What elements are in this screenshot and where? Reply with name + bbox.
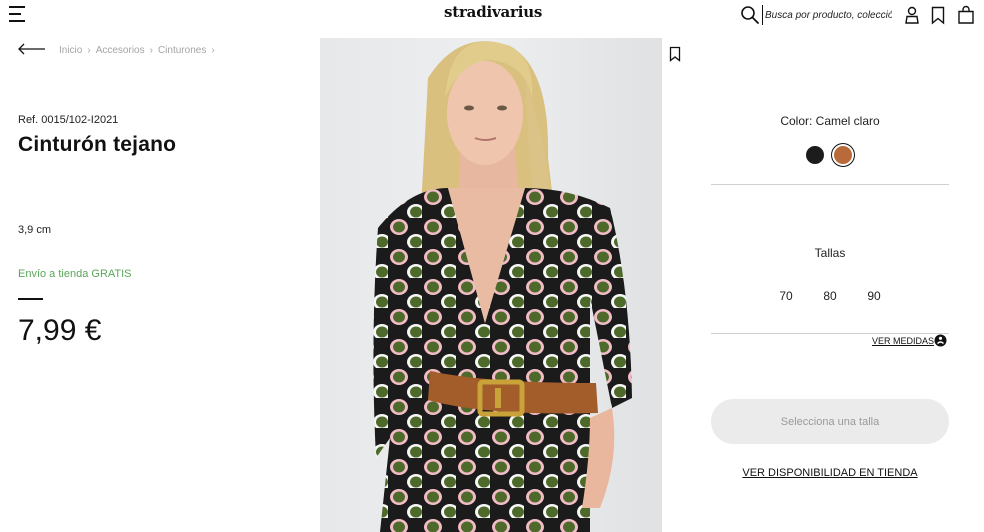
- section-divider: [711, 184, 949, 185]
- model-photo: [373, 41, 632, 532]
- hamburger-menu-icon[interactable]: [9, 5, 29, 23]
- breadcrumb-separator: ›: [87, 45, 91, 56]
- section-divider: [711, 333, 949, 334]
- breadcrumb-separator: ›: [149, 45, 153, 56]
- product-image[interactable]: [320, 38, 662, 532]
- breadcrumb-separator: ›: [211, 45, 215, 56]
- product-price: 7,99 €: [18, 314, 102, 347]
- size-option-90[interactable]: 90: [860, 289, 888, 305]
- size-guide-link[interactable]: VER MEDIDAS: [872, 336, 934, 346]
- color-swatch-black[interactable]: [806, 146, 824, 164]
- back-arrow-icon[interactable]: [17, 42, 47, 56]
- user-account-icon[interactable]: [902, 5, 922, 25]
- breadcrumb: Inicio › Accesorios › Cinturones ›: [59, 45, 220, 56]
- product-reference: Ref. 0015/102-I2021: [18, 114, 119, 126]
- size-option-80[interactable]: 80: [816, 289, 844, 305]
- stradivarius-logo[interactable]: stradivarius: [444, 3, 542, 21]
- wishlist-bookmark-icon[interactable]: [928, 5, 948, 25]
- search-input[interactable]: [762, 5, 892, 25]
- price-divider: [18, 298, 43, 300]
- product-title: Cinturón tejano: [18, 133, 177, 156]
- shopping-bag-icon[interactable]: [956, 5, 976, 25]
- color-swatch-camel[interactable]: [834, 146, 852, 164]
- product-width: 3,9 cm: [18, 224, 52, 236]
- selected-color-label: Color: Camel claro: [780, 114, 880, 128]
- search-icon[interactable]: [740, 5, 760, 25]
- free-shipping-note: Envío a tienda GRATIS: [18, 268, 132, 280]
- size-guide-icon[interactable]: [934, 334, 947, 347]
- sizes-label: Tallas: [814, 246, 846, 260]
- breadcrumb-item-accesorios[interactable]: Accesorios: [96, 45, 145, 56]
- select-size-button[interactable]: Selecciona una talla: [711, 399, 949, 444]
- breadcrumb-item-inicio[interactable]: Inicio: [59, 45, 82, 56]
- top-header: stradivarius: [0, 0, 984, 32]
- size-option-70[interactable]: 70: [772, 289, 800, 305]
- save-bookmark-icon[interactable]: [668, 46, 682, 62]
- store-availability-link[interactable]: VER DISPONIBILIDAD EN TIENDA: [711, 467, 949, 479]
- breadcrumb-item-cinturones[interactable]: Cinturones: [158, 45, 206, 56]
